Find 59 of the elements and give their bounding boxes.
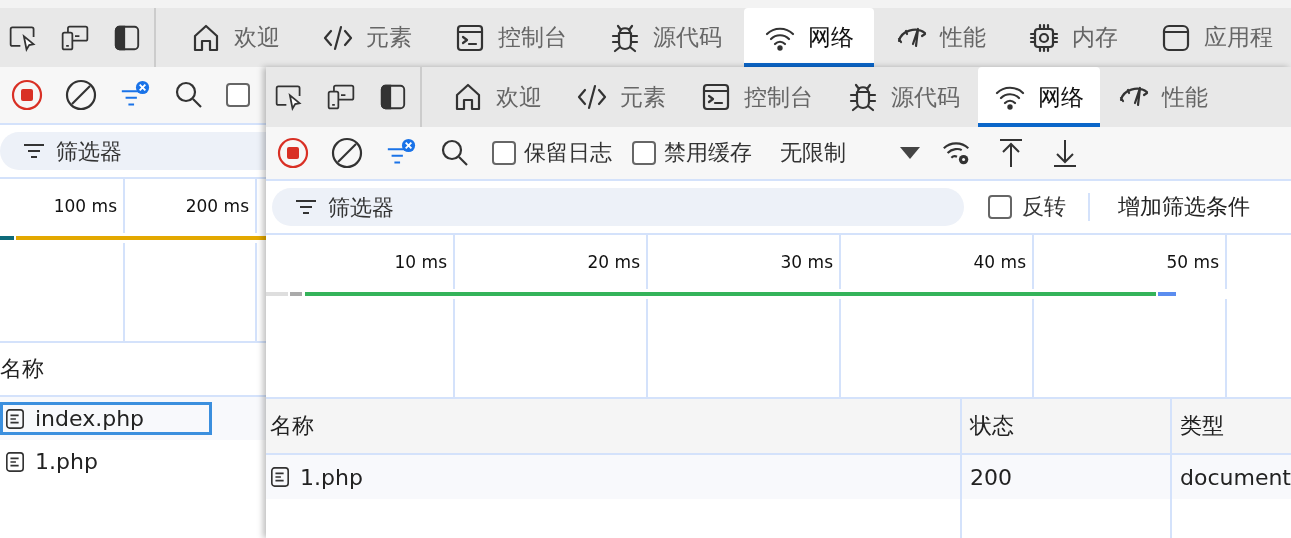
clear-button[interactable] — [64, 78, 98, 112]
clear-button[interactable] — [330, 136, 364, 170]
add-filter-button[interactable]: 增加筛选条件 — [1108, 192, 1260, 222]
request-row[interactable]: index.php — [0, 402, 212, 435]
throttling-dropdown[interactable]: 无限制 — [776, 138, 850, 168]
checkbox-label: 反转 — [1022, 193, 1066, 221]
tab[interactable]: 内存 — [1008, 8, 1138, 67]
request-row[interactable]: 1.php — [0, 445, 212, 478]
tab[interactable]: 欢迎 — [170, 8, 300, 67]
checkbox-label: 保留日志 — [524, 139, 612, 167]
tab[interactable]: 源代码 — [831, 67, 976, 127]
tab[interactable]: 元素 — [560, 67, 682, 127]
filter-field[interactable]: 筛选器 — [0, 132, 266, 170]
filter-icon — [22, 141, 46, 161]
checkbox[interactable] — [492, 141, 516, 165]
checkbox[interactable] — [226, 83, 250, 107]
time-tick-label: 40 ms — [973, 252, 1026, 272]
tab[interactable]: 性能 — [876, 8, 1006, 67]
tab[interactable]: 元素 — [302, 8, 432, 67]
time-tick-label: 100 ms — [53, 196, 117, 216]
column-header[interactable]: 状态 — [960, 399, 1170, 453]
device-icon[interactable] — [326, 83, 356, 111]
time-tick-label: 20 ms — [587, 252, 640, 272]
tab[interactable]: 控制台 — [434, 8, 587, 67]
table-cell: 200 — [960, 455, 1170, 499]
tab[interactable]: 网络 — [744, 8, 874, 67]
chip-icon — [1028, 21, 1060, 54]
tab[interactable]: 控制台 — [684, 67, 829, 127]
column-header[interactable]: 名称 — [0, 354, 44, 384]
record-button[interactable] — [276, 136, 310, 170]
time-tick-label: 50 ms — [1166, 252, 1219, 272]
checkbox[interactable] — [988, 195, 1012, 219]
tab[interactable]: 网络 — [978, 67, 1100, 127]
device-icon[interactable] — [60, 23, 90, 52]
filter-icon — [294, 197, 318, 217]
dock-icon[interactable] — [112, 23, 142, 52]
tab[interactable]: 欢迎 — [436, 67, 558, 127]
checkbox[interactable] — [632, 141, 656, 165]
bug-icon — [847, 81, 879, 113]
tab[interactable]: 应用程 — [1140, 8, 1291, 67]
time-tick-label: 10 ms — [394, 252, 447, 272]
time-tick-label: 30 ms — [780, 252, 833, 272]
caret-icon[interactable] — [900, 147, 920, 159]
checkbox-label: 禁用缓存 — [664, 139, 752, 167]
time-tick-label: 200 ms — [185, 196, 249, 216]
column-header[interactable]: 名称 — [266, 399, 960, 453]
column-header[interactable]: 类型 — [1170, 399, 1291, 453]
document-icon — [5, 450, 25, 473]
tab[interactable]: 性能 — [1102, 67, 1224, 127]
document-icon — [5, 407, 25, 430]
inspect-icon[interactable] — [274, 83, 304, 111]
filter-field[interactable]: 筛选器 — [272, 188, 964, 226]
record-button[interactable] — [10, 78, 44, 112]
table-cell: document — [1170, 455, 1291, 499]
request-row[interactable]: 1.php — [266, 455, 960, 499]
document-icon — [270, 466, 290, 488]
tab[interactable]: 源代码 — [589, 8, 742, 67]
dock-icon[interactable] — [378, 83, 408, 111]
terminal-icon — [700, 81, 732, 113]
